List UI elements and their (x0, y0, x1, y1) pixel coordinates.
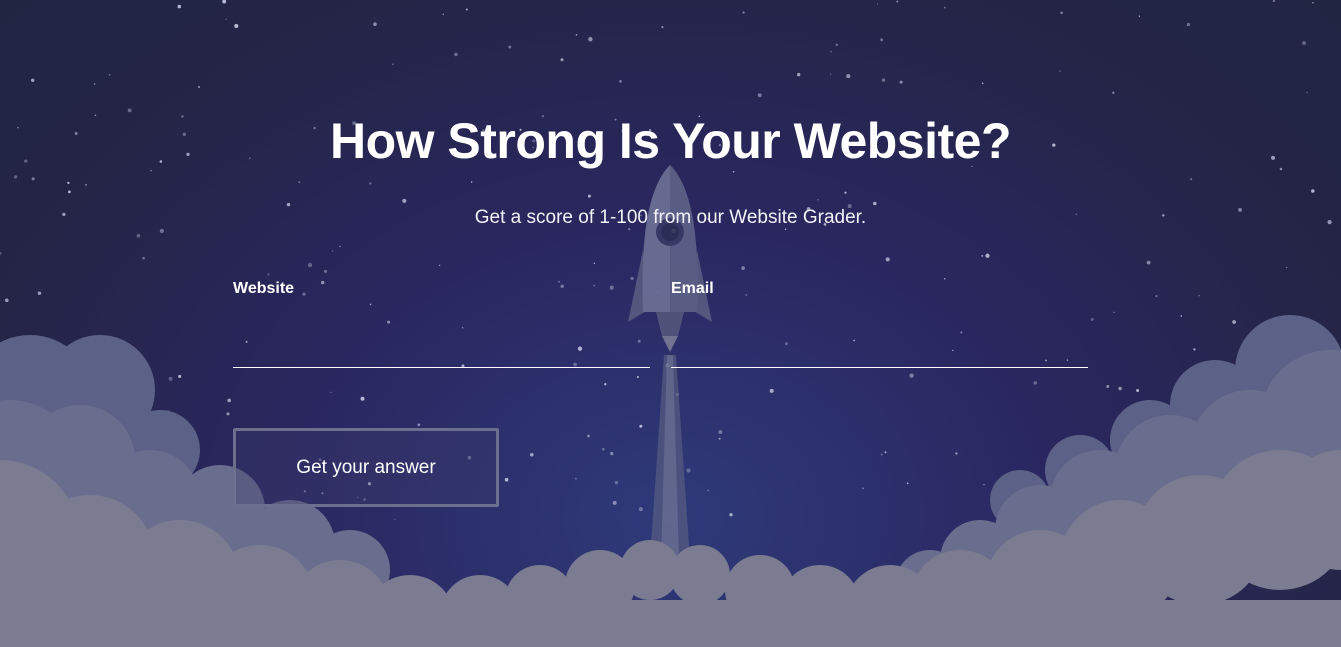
page-subtitle: Get a score of 1-100 from our Website Gr… (474, 207, 867, 228)
email-label: Email (671, 280, 714, 297)
website-field-group: Website (233, 280, 650, 368)
hero-section: How Strong Is Your Website? Get a score … (0, 0, 1341, 647)
grader-form-section: How Strong Is Your Website? Get a score … (0, 0, 1341, 647)
email-input[interactable] (671, 308, 1088, 368)
get-answer-button[interactable]: Get your answer (233, 428, 499, 507)
website-label: Website (233, 280, 295, 297)
email-field-group: Email (671, 280, 1088, 368)
website-input[interactable] (233, 308, 650, 368)
page-title: How Strong Is Your Website? (329, 113, 1012, 169)
